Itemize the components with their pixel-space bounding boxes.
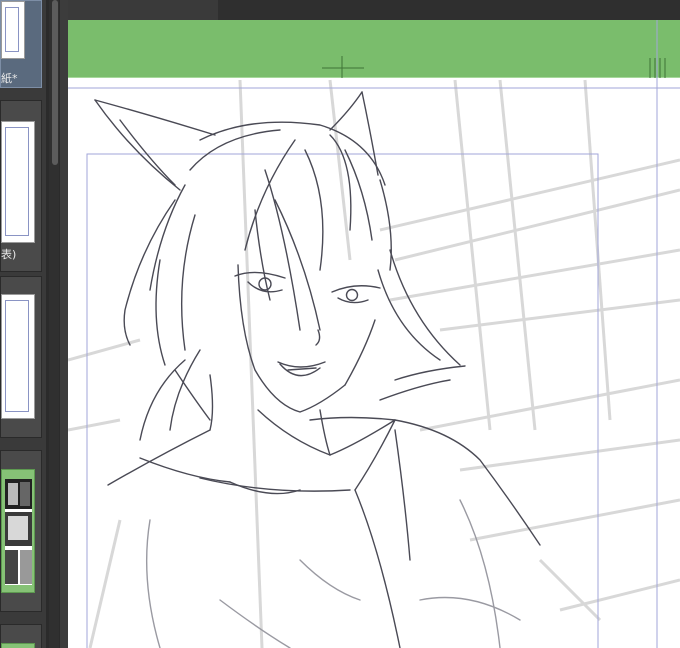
sketch-artwork	[68, 20, 680, 648]
page-thumbnail-2[interactable]: 表)	[0, 100, 42, 272]
page-thumbnail-5[interactable]	[0, 624, 42, 648]
page-preview	[1, 121, 35, 243]
page-thumbnail-3[interactable]	[0, 276, 42, 438]
page-thumbnail-4[interactable]	[0, 450, 42, 612]
page-thumbnail-1[interactable]: 紙*	[0, 0, 42, 88]
drawing-canvas[interactable]	[68, 0, 680, 648]
perspective-guides	[68, 79, 680, 648]
page-thumbnail-label: 表)	[1, 248, 17, 261]
page-preview	[1, 294, 35, 419]
character-sketch	[94, 91, 541, 648]
crosshair-marker-icon	[322, 56, 364, 78]
page-preview-comic	[1, 469, 35, 593]
page-thumbnail-label: 紙*	[1, 72, 18, 85]
page-thumbnail-panel: 紙* 表)	[0, 0, 46, 648]
page-preview	[1, 1, 25, 59]
page-preview-comic	[1, 643, 35, 648]
thumbnail-scroll-thumb[interactable]	[52, 0, 58, 165]
panel-divider[interactable]	[60, 0, 68, 648]
